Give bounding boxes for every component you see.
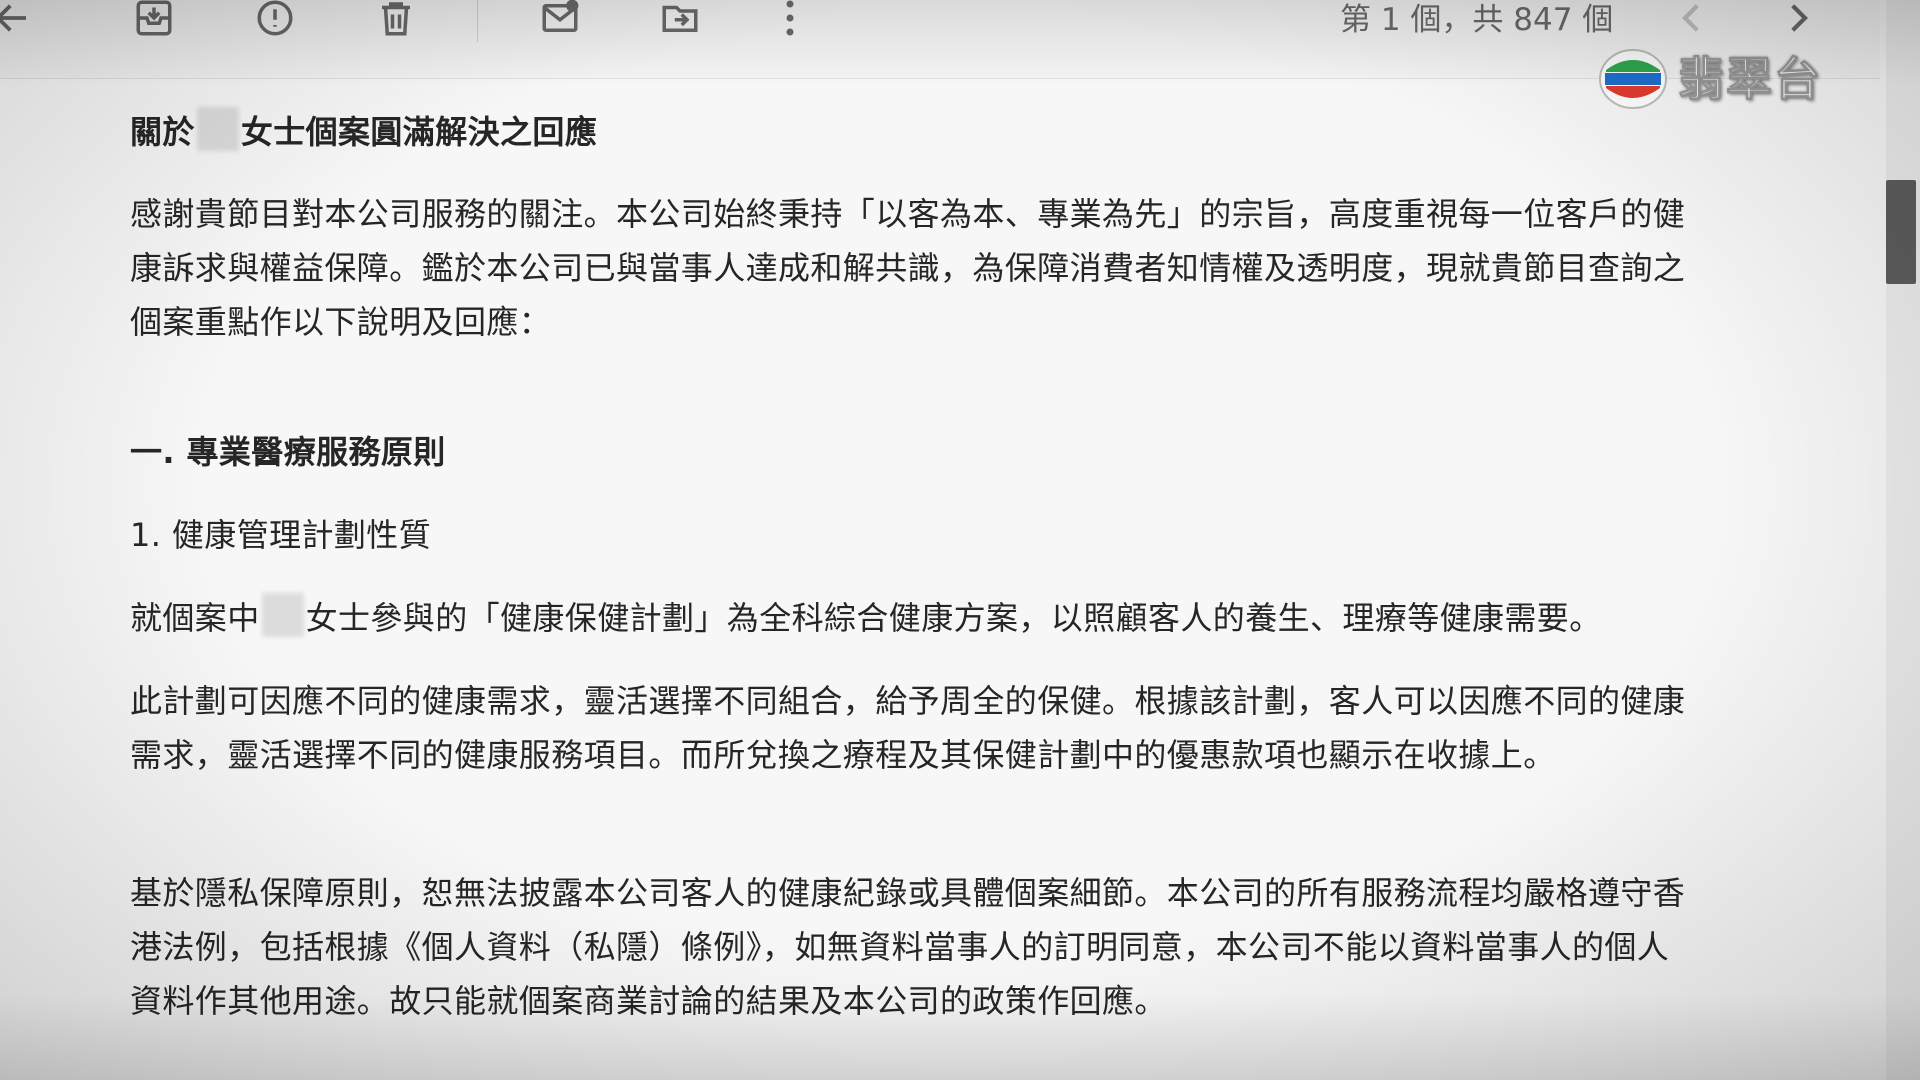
toolbar-divider [477,0,478,42]
redacted-name [261,593,304,637]
pagination-count: 第 1 個，共 847 個 [1340,2,1614,38]
section-heading: 一. 專業醫療服務原則 [130,433,446,471]
subheading: 1. 健康管理計劃性質 [130,516,432,554]
scrollbar-thumb[interactable] [1886,180,1916,284]
report-spam-icon[interactable] [251,0,299,42]
scrollbar-track[interactable] [1886,0,1920,1080]
chevron-right-icon[interactable] [1774,0,1822,42]
chevron-left-icon[interactable] [1668,0,1716,42]
screen: 第 1 個，共 847 個 翡翠台 關於 女士個案圓滿解決之回應 感謝貴節目對本公… [0,0,1920,1080]
mail-unread-icon[interactable] [536,0,584,42]
intro-paragraph: 感謝貴節目對本公司服務的關注。本公司始終秉持「以客為本、專業為先」的宗旨，高度重… [130,187,1685,349]
intro-line: 感謝貴節目對本公司服務的關注。本公司始終秉持「以客為本、專業為先」的宗旨，高度重… [130,195,1686,233]
flexibility-line: 需求，靈活選擇不同的健康服務項目。而所兌換之療程及其保健計劃中的優惠款項也顯示在… [130,736,1556,774]
subject-prefix: 關於 [130,113,195,151]
intro-line: 康訴求與權益保障。鑑於本公司已與當事人達成和解共識，為保障消費者知情權及透明度，… [130,249,1686,287]
privacy-line: 基於隱私保障原則，恕無法披露本公司客人的健康紀錄或具體個案細節。本公司的所有服務… [130,874,1686,912]
redacted-name [196,107,239,151]
plan-suffix: 女士參與的「健康保健計劃」為全科綜合健康方案，以照顧客人的養生、理療等健康需要。 [305,599,1602,637]
flexibility-line: 此計劃可因應不同的健康需求，靈活選擇不同組合，給予周全的保健。根據該計劃，客人可… [130,682,1686,720]
archive-icon[interactable] [130,0,178,42]
tvb-logo-icon [1599,49,1667,109]
more-vertical-icon[interactable] [766,0,814,42]
email-subject: 關於 女士個案圓滿解決之回應 [130,105,597,159]
plan-paragraph: 就個案中 女士參與的「健康保健計劃」為全科綜合健康方案，以照顧客人的養生、理療等健… [130,591,1602,645]
back-arrow-icon[interactable] [0,0,36,42]
privacy-line: 港法例，包括根據《個人資料（私隱）條例》，如無資料當事人的訂明同意，本公司不能以… [130,928,1670,966]
flexibility-paragraph: 此計劃可因應不同的健康需求，靈活選擇不同組合，給予周全的保健。根據該計劃，客人可… [130,674,1685,782]
tvb-jade-logo: 翡翠台 [1598,48,1822,110]
tvb-logo-text: 翡翠台 [1678,52,1822,107]
privacy-line: 資料作其他用途。故只能就個案商業討論的結果及本公司的政策作回應。 [130,982,1167,1020]
privacy-paragraph: 基於隱私保障原則，恕無法披露本公司客人的健康紀錄或具體個案細節。本公司的所有服務… [130,866,1685,1028]
intro-line: 個案重點作以下說明及回應： [130,303,552,341]
plan-prefix: 就個案中 [130,599,260,637]
move-to-folder-icon[interactable] [656,0,704,42]
trash-icon[interactable] [372,0,420,42]
subject-suffix: 女士個案圓滿解決之回應 [240,113,598,151]
